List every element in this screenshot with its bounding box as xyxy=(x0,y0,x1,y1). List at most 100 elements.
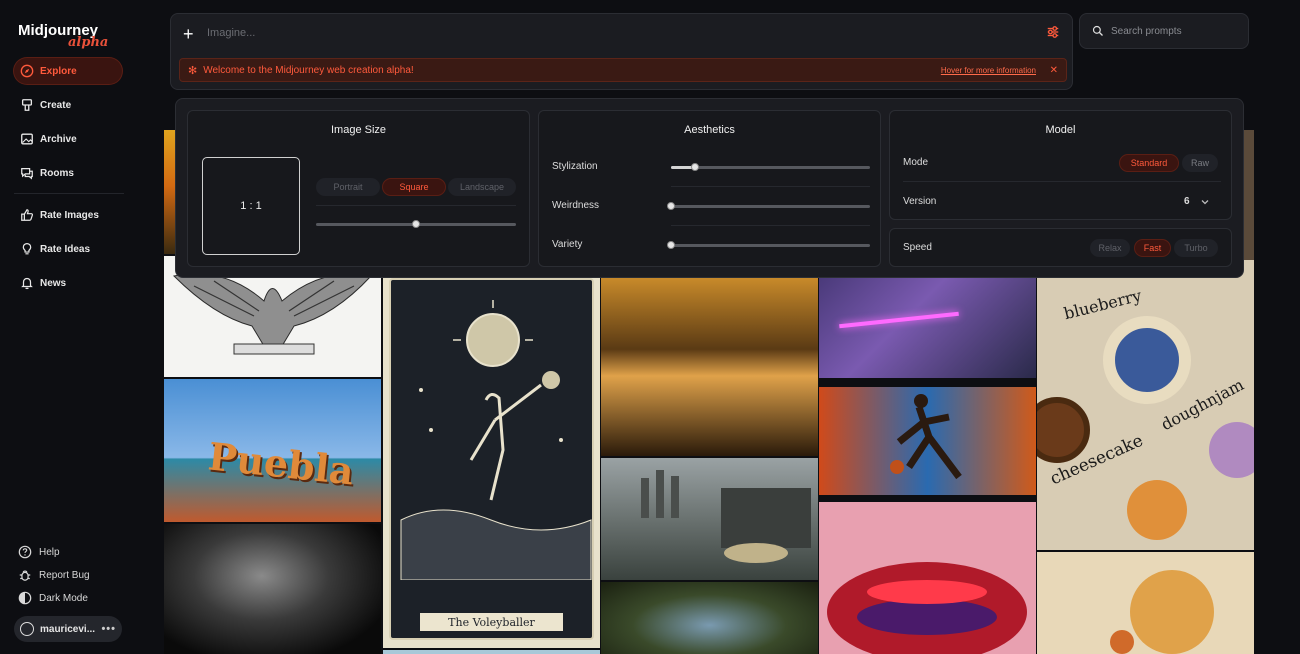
search-icon xyxy=(1092,25,1103,36)
sidebar: Midjourney alpha Explore Create Archive … xyxy=(0,0,165,654)
speed-relax-option[interactable]: Relax xyxy=(1090,239,1130,257)
image-size-panel: Image Size 1 : 1 Portrait Square Landsca… xyxy=(187,110,530,267)
logo[interactable]: Midjourney alpha xyxy=(18,22,108,50)
divider xyxy=(903,181,1221,182)
avatar xyxy=(20,622,34,636)
moon-icon xyxy=(18,591,32,605)
portrait-option[interactable]: Portrait xyxy=(316,178,380,196)
gallery-image-basketball[interactable] xyxy=(819,387,1036,495)
tarot-caption: The Voleyballer xyxy=(419,612,564,632)
image-size-title: Image Size xyxy=(330,124,387,136)
speed-fast-option[interactable]: Fast xyxy=(1134,239,1171,257)
compass-icon xyxy=(20,64,34,78)
user-menu[interactable]: mauricevi... ••• xyxy=(14,616,122,642)
settings-sliders-icon[interactable] xyxy=(1046,25,1060,39)
plus-icon[interactable]: + xyxy=(183,24,194,45)
gallery-image-abstract-sun[interactable] xyxy=(1037,552,1254,654)
gallery-image-edge[interactable] xyxy=(1244,130,1254,260)
report-bug-link[interactable]: Report Bug xyxy=(18,568,90,582)
lips-art xyxy=(827,562,1027,654)
gallery-image-abandoned-city[interactable] xyxy=(601,458,818,580)
imagine-prompt-bar: + Imagine... ✻ Welcome to the Midjourney… xyxy=(170,13,1073,90)
aspect-ratio-value: 1 : 1 xyxy=(240,200,262,212)
settings-panel: Image Size 1 : 1 Portrait Square Landsca… xyxy=(175,98,1244,278)
search-input[interactable]: Search prompts xyxy=(1111,26,1182,37)
variety-label: Variety xyxy=(552,239,583,250)
help-link[interactable]: Help xyxy=(18,545,60,559)
brush-icon xyxy=(21,99,33,111)
nav-rate-ideas[interactable]: Rate Ideas xyxy=(14,236,122,262)
weirdness-label: Weirdness xyxy=(552,200,600,211)
speed-turbo-option[interactable]: Turbo xyxy=(1174,239,1218,257)
stylization-label: Stylization xyxy=(552,161,598,172)
nav-rate-ideas-label: Rate Ideas xyxy=(40,243,91,255)
welcome-alert: ✻ Welcome to the Midjourney web creation… xyxy=(179,58,1067,82)
welcome-alert-text: Welcome to the Midjourney web creation a… xyxy=(203,64,414,76)
aspect-ratio-slider-handle[interactable] xyxy=(412,220,420,228)
help-label: Help xyxy=(39,546,60,558)
dark-mode-toggle[interactable]: Dark Mode xyxy=(18,591,88,605)
stylization-slider-handle[interactable] xyxy=(690,163,699,171)
mode-standard-option[interactable]: Standard xyxy=(1119,154,1179,172)
bug-icon xyxy=(19,570,31,581)
more-info-link[interactable]: Hover for more information xyxy=(941,66,1036,75)
divider xyxy=(316,205,516,206)
stylization-slider[interactable] xyxy=(671,166,870,169)
gallery-image-lips[interactable] xyxy=(819,502,1036,654)
variety-slider-handle[interactable] xyxy=(667,241,675,249)
divider xyxy=(671,225,870,226)
weirdness-slider[interactable] xyxy=(671,205,870,208)
abstract-sun-art xyxy=(1110,570,1214,654)
nav-rooms[interactable]: Rooms xyxy=(14,160,122,186)
username: mauricevi... xyxy=(40,623,96,635)
nav-news[interactable]: News xyxy=(14,270,122,296)
puebla-sign-text: Puebla xyxy=(206,433,356,494)
gallery-image-puebla-sign[interactable]: Puebla xyxy=(164,379,381,522)
nav-rooms-label: Rooms xyxy=(40,167,74,179)
model-title: Model xyxy=(1045,124,1076,136)
search-prompts[interactable]: Search prompts xyxy=(1079,13,1249,49)
mode-raw-option[interactable]: Raw xyxy=(1182,154,1218,172)
nav-rate-images[interactable]: Rate Images xyxy=(14,202,122,228)
gallery-image-battle[interactable] xyxy=(819,278,1036,378)
nav-divider xyxy=(14,193,124,194)
version-label: Version xyxy=(903,196,937,207)
nav-explore[interactable]: Explore xyxy=(14,58,122,84)
nav-news-label: News xyxy=(40,277,67,289)
variety-slider[interactable] xyxy=(671,244,870,247)
gallery-image-statue[interactable] xyxy=(164,524,381,654)
nav-rate-images-label: Rate Images xyxy=(40,209,99,221)
close-icon[interactable]: ✕ xyxy=(1050,65,1058,76)
more-icon[interactable]: ••• xyxy=(101,623,116,635)
gallery-image-tarot-card[interactable]: The Voleyballer xyxy=(383,278,600,648)
chat-icon xyxy=(21,168,33,180)
model-panel: Model Mode Standard Raw Version 6 xyxy=(889,110,1232,220)
tarot-skeleton-art xyxy=(400,300,592,581)
sparkle-icon: ✻ xyxy=(188,64,198,77)
version-select[interactable]: 6 xyxy=(1184,196,1190,207)
nav-create-label: Create xyxy=(40,99,72,111)
aesthetics-title: Aesthetics xyxy=(684,124,735,136)
gallery-image-frog[interactable] xyxy=(601,582,818,654)
aesthetics-panel: Aesthetics Stylization Weirdness Variety xyxy=(538,110,881,267)
report-bug-label: Report Bug xyxy=(39,569,90,581)
gallery-image-stained-glass-beach[interactable] xyxy=(601,278,818,456)
city-silhouette xyxy=(641,470,811,563)
tarot-card-face: The Voleyballer xyxy=(389,278,594,640)
nav-archive[interactable]: Archive xyxy=(14,126,122,152)
square-option[interactable]: Square xyxy=(382,178,446,196)
nav-create[interactable]: Create xyxy=(14,92,122,118)
weirdness-slider-handle[interactable] xyxy=(667,202,675,210)
mode-label: Mode xyxy=(903,157,929,168)
nav-archive-label: Archive xyxy=(40,133,77,145)
help-icon xyxy=(18,545,32,559)
image-icon xyxy=(21,133,33,145)
landscape-option[interactable]: Landscape xyxy=(448,178,516,196)
nav-explore-label: Explore xyxy=(40,65,77,77)
imagine-input[interactable]: Imagine... xyxy=(207,27,255,39)
laser-beam xyxy=(839,311,959,329)
aspect-ratio-preview: 1 : 1 xyxy=(202,157,300,255)
lightbulb-icon xyxy=(22,242,32,255)
chevron-down-icon[interactable] xyxy=(1201,198,1209,206)
gallery-image-partial[interactable] xyxy=(383,650,600,654)
